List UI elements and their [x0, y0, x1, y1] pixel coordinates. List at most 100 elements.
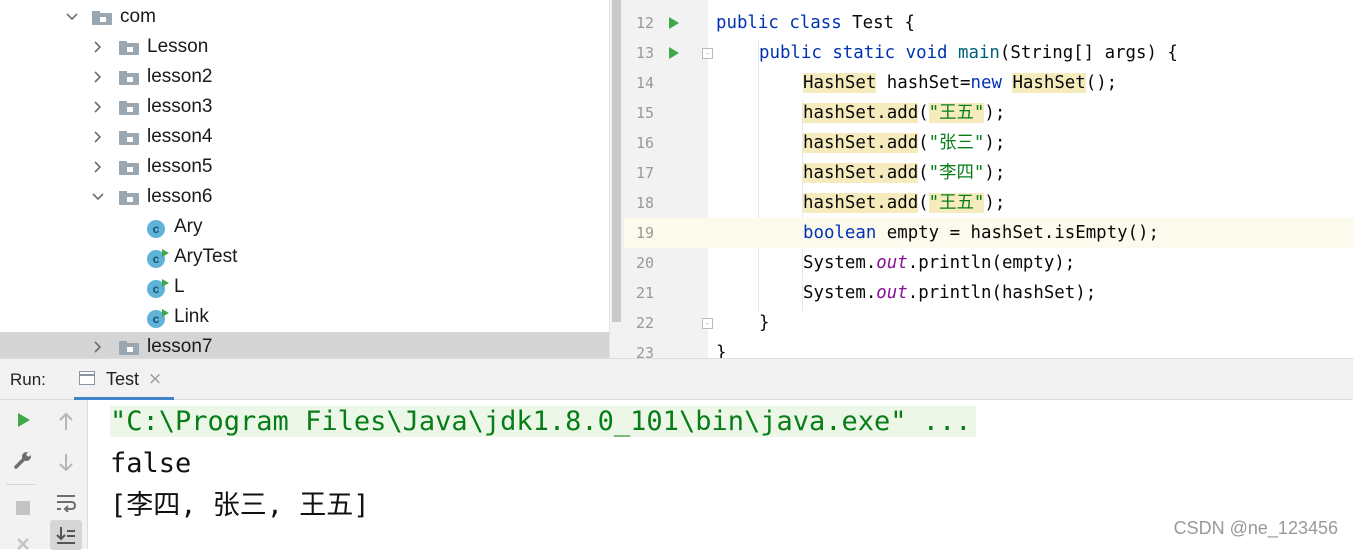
gutter-line: 15	[624, 98, 708, 128]
tree-item-com[interactable]: com	[0, 2, 609, 32]
tree-item-label: com	[120, 6, 156, 27]
scroll-to-end-icon[interactable]	[50, 520, 82, 550]
tree-item-label: lesson7	[147, 336, 213, 357]
tree-item-label: Ary	[174, 216, 203, 237]
runnable-class-icon: c	[147, 309, 169, 330]
code-line[interactable]: public static void main(String[] args) {	[708, 38, 1353, 68]
run-icon[interactable]	[9, 406, 37, 434]
run-gutter-icon[interactable]	[669, 47, 679, 59]
up-arrow-icon[interactable]	[52, 408, 80, 436]
chevron-right-icon[interactable]	[91, 332, 105, 358]
soft-wrap-icon[interactable]	[52, 488, 80, 516]
tree-item-label: lesson5	[147, 156, 213, 177]
chevron-right-icon[interactable]	[91, 62, 105, 92]
tree-item-label: Lesson	[147, 36, 209, 57]
tree-item-label: lesson2	[147, 66, 213, 87]
line-number: 22	[635, 314, 654, 332]
runnable-class-icon: c	[147, 279, 169, 300]
line-number: 12	[635, 14, 654, 32]
package-folder-icon	[92, 11, 112, 25]
line-number: 16	[635, 134, 654, 152]
gutter-line-current: 19	[624, 218, 708, 248]
gutter-line: 22 -	[624, 308, 713, 338]
console-output-line: [李四, 张三, 王五]	[110, 490, 370, 521]
chevron-down-icon[interactable]	[91, 182, 105, 212]
package-folder-icon	[119, 41, 139, 55]
package-folder-icon	[119, 191, 139, 205]
package-folder-icon	[119, 341, 139, 355]
chevron-down-icon[interactable]	[65, 2, 79, 32]
tree-item-arytest[interactable]: c AryTest	[0, 242, 609, 272]
tree-item-lesson5[interactable]: lesson5	[0, 152, 609, 182]
chevron-right-icon[interactable]	[91, 152, 105, 182]
console-line: false	[110, 444, 191, 484]
tree-item-lesson6[interactable]: lesson6	[0, 182, 609, 212]
code-line[interactable]: HashSet hashSet=new HashSet();	[708, 68, 1353, 98]
watermark: CSDN @ne_123456	[1173, 518, 1338, 538]
gutter-line: 12	[624, 8, 708, 38]
tree-item-label: AryTest	[174, 246, 238, 267]
java-class-icon: c	[147, 220, 167, 240]
console-output-line: false	[110, 448, 192, 479]
gutter-line: 18	[624, 188, 708, 218]
gutter-line: 17	[624, 158, 708, 188]
package-folder-icon	[119, 161, 139, 175]
tree-item-lesson7[interactable]: lesson7	[0, 332, 609, 358]
tree-item-lesson4[interactable]: lesson4	[0, 122, 609, 152]
line-number: 18	[635, 194, 654, 212]
code-line[interactable]: System.out.println(hashSet);	[708, 278, 1353, 308]
gutter-line: 20	[624, 248, 708, 278]
line-number: 13	[635, 44, 654, 62]
stop-icon[interactable]	[9, 494, 37, 522]
run-config-icon	[79, 371, 95, 385]
line-number: 21	[635, 284, 654, 302]
run-tab-label: Test	[106, 369, 140, 389]
code-line[interactable]: hashSet.add("王五");	[708, 98, 1353, 128]
tree-item-lesson2[interactable]: lesson2	[0, 62, 609, 92]
package-folder-icon	[119, 101, 139, 115]
run-label: Run:	[10, 370, 46, 389]
tree-item-label: lesson6	[147, 186, 213, 207]
chevron-right-icon[interactable]	[91, 32, 105, 62]
tree-item-lesson3[interactable]: lesson3	[0, 92, 609, 122]
down-arrow-icon[interactable]	[52, 448, 80, 476]
console-command: "C:\Program Files\Java\jdk1.8.0_101\bin\…	[110, 406, 976, 437]
gutter-line: 14	[624, 68, 708, 98]
close-icon[interactable]	[9, 530, 37, 558]
tree-item-link[interactable]: c Link	[0, 302, 609, 332]
run-toolbar	[0, 400, 88, 550]
console-line: "C:\Program Files\Java\jdk1.8.0_101\bin\…	[110, 402, 976, 442]
tree-item-ary[interactable]: c Ary	[0, 212, 609, 242]
line-number: 15	[635, 104, 654, 122]
run-tab-test[interactable]: Test ×	[74, 359, 174, 400]
tree-item-lesson[interactable]: Lesson	[0, 32, 609, 62]
code-line[interactable]: System.out.println(empty);	[708, 248, 1353, 278]
tree-item-l[interactable]: c L	[0, 272, 609, 302]
gutter-line: 13 -	[624, 38, 713, 68]
runnable-class-icon: c	[147, 249, 169, 270]
run-gutter-icon[interactable]	[669, 17, 679, 29]
gutter-line: 16	[624, 128, 708, 158]
code-line[interactable]: hashSet.add("王五");	[708, 188, 1353, 218]
code-line[interactable]: }	[708, 308, 1353, 338]
chevron-right-icon[interactable]	[91, 122, 105, 152]
tree-item-label: lesson4	[147, 126, 213, 147]
line-number: 19	[635, 224, 654, 242]
wrench-icon[interactable]	[9, 446, 37, 474]
code-line[interactable]: public class Test {	[708, 8, 1353, 38]
close-icon[interactable]: ×	[148, 359, 162, 400]
code-line-current[interactable]: boolean empty = hashSet.isEmpty();	[708, 218, 1353, 248]
code-line[interactable]: }	[708, 338, 1353, 358]
gutter-line: 21	[624, 278, 708, 308]
line-number: 17	[635, 164, 654, 182]
project-tree: com Lesson lesson2 lesson3 lesson4 lesso…	[0, 0, 609, 358]
chevron-right-icon[interactable]	[91, 92, 105, 122]
run-panel-header: Run: Test ×	[0, 358, 1353, 400]
tree-item-label: lesson3	[147, 96, 213, 117]
package-folder-icon	[119, 131, 139, 145]
tree-scrollbar-thumb[interactable]	[612, 0, 621, 322]
line-number: 14	[635, 74, 654, 92]
code-line[interactable]: hashSet.add("张三");	[708, 128, 1353, 158]
code-line[interactable]: hashSet.add("李四");	[708, 158, 1353, 188]
tree-item-label: L	[174, 276, 185, 297]
